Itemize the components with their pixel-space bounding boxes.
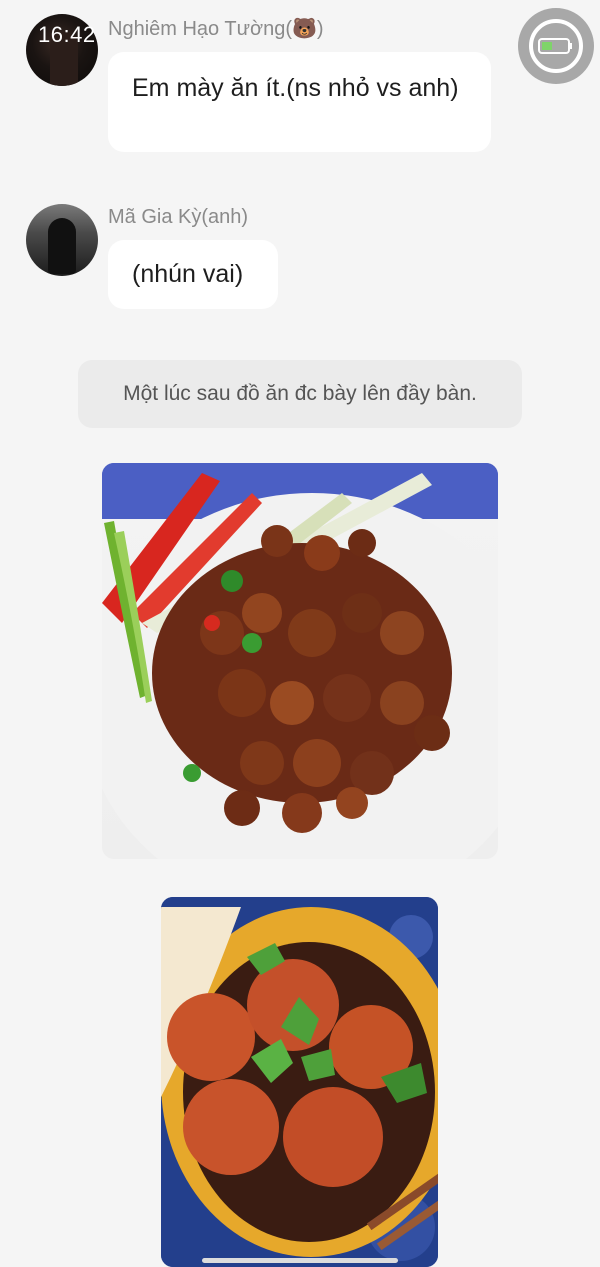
message-bubble[interactable]: (nhún vai) — [108, 240, 278, 309]
sender-name: Nghiêm Hạo Tường(🐻) — [108, 18, 324, 40]
pork-dish-illustration — [102, 463, 498, 859]
caramelized-pork-dish-photo[interactable] — [102, 463, 498, 859]
home-indicator[interactable] — [202, 1258, 398, 1263]
avatar-figure — [48, 218, 76, 274]
status-bar-time: 16:42 — [38, 22, 96, 47]
battery-icon — [538, 38, 572, 54]
message-bubble[interactable]: Em mày ăn ít.(ns nhỏ vs anh) — [108, 52, 491, 152]
meatballs-bowl-photo[interactable] — [161, 897, 438, 1267]
sender-name: Mã Gia Kỳ(anh) — [108, 206, 249, 228]
narration-message: Một lúc sau đồ ăn đc bày lên đầy bàn. — [78, 360, 522, 428]
meatballs-illustration — [161, 897, 438, 1267]
avatar[interactable] — [26, 204, 98, 276]
assistive-touch-button[interactable] — [518, 8, 594, 84]
assistive-touch-icon — [529, 19, 583, 73]
